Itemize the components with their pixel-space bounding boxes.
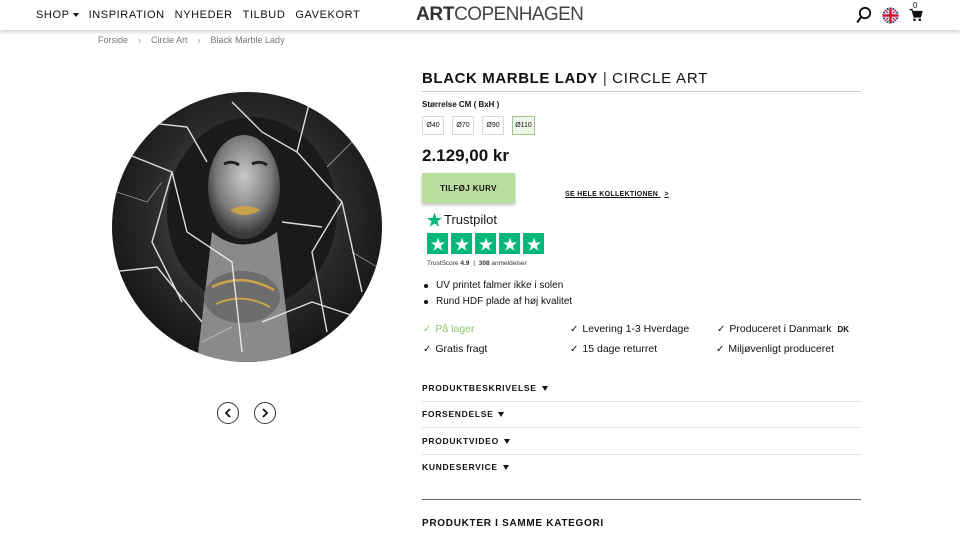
prev-image-button[interactable] — [217, 402, 239, 424]
list-item: Rund HDF plade af høj kvalitet — [422, 296, 572, 307]
star-icon — [427, 233, 448, 254]
product-name: BLACK MARBLE LADY — [422, 70, 599, 87]
trustpilot-logo[interactable]: Trustpilot — [427, 212, 497, 227]
nav-tilbud[interactable]: TILBUD — [243, 9, 286, 21]
size-label: Størrelse CM ( BxH ) — [422, 100, 500, 109]
feature-shipping-label: Gratis fragt — [435, 343, 488, 355]
check-icon: ✓ — [423, 323, 432, 335]
accordion-label: PRODUKTVIDEO — [422, 436, 499, 446]
feature-shipping: ✓ Gratis fragt — [423, 343, 487, 355]
check-icon: ✓ — [423, 343, 432, 355]
nav-nyheder[interactable]: NYHEDER — [175, 9, 233, 21]
check-icon: ✓ — [570, 343, 579, 355]
nav-shop[interactable]: SHOP — [36, 9, 79, 21]
feature-returns-label: 15 dage returret — [582, 343, 658, 355]
see-collection-label: SE HELE KOLLEKTIONEN — [565, 191, 659, 198]
accordion-product-description[interactable]: PRODUKTBESKRIVELSE — [422, 383, 861, 393]
feature-in-stock: ✓ På lager — [423, 323, 475, 335]
accordion-shipping[interactable]: FORSENDELSE — [422, 409, 861, 419]
trustscore-text[interactable]: TrustScore 4.9 | 308 anmeldelser — [427, 260, 527, 267]
title-separator: | — [602, 70, 608, 87]
trustscore-label: TrustScore — [427, 260, 459, 267]
accordion-customer-service[interactable]: KUNDESERVICE — [422, 462, 861, 472]
accordion-label: PRODUKTBESKRIVELSE — [422, 383, 537, 393]
feature-eco: ✓ Miljøvenligt produceret — [716, 343, 834, 355]
review-label: anmeldelser — [491, 260, 527, 267]
title-divider — [422, 91, 861, 92]
breadcrumb-category[interactable]: Circle Art — [151, 35, 188, 45]
size-option-90[interactable]: Ø90 — [482, 116, 504, 135]
chevron-down-icon — [72, 13, 79, 18]
next-image-button[interactable] — [254, 402, 276, 424]
trustpilot-star-icon — [427, 212, 442, 227]
feature-delivery-label: Levering 1-3 Hverdage — [582, 323, 690, 335]
site-logo[interactable]: ARTCOPENHAGEN — [416, 4, 584, 26]
feature-returns: ✓ 15 dage returret — [570, 343, 657, 355]
add-to-cart-button[interactable]: TILFØJ KURV — [422, 173, 515, 203]
caret-down-icon — [503, 438, 510, 444]
star-icon — [451, 233, 472, 254]
divider — [422, 401, 861, 402]
check-icon: ✓ — [717, 323, 726, 335]
logo-light: COPENHAGEN — [454, 4, 584, 25]
review-count: 308 — [478, 260, 490, 267]
caret-down-icon — [502, 464, 509, 470]
breadcrumb-home[interactable]: Forside — [98, 35, 128, 45]
breadcrumb-current: Black Marble Lady — [210, 35, 285, 45]
search-icon[interactable] — [856, 6, 872, 24]
trustpilot-brand: Trustpilot — [444, 212, 497, 227]
divider — [422, 427, 861, 428]
star-icon — [523, 233, 544, 254]
size-option-40[interactable]: Ø40 — [422, 116, 444, 135]
trustpilot-rating — [427, 233, 544, 254]
trustscore-divider: | — [473, 260, 475, 267]
product-category: CIRCLE ART — [612, 70, 709, 87]
cart-count: 0 — [913, 1, 918, 10]
star-icon — [475, 233, 496, 254]
product-price: 2.129,00 kr — [422, 146, 509, 165]
nav-inspiration[interactable]: INSPIRATION — [89, 9, 165, 21]
feature-delivery: ✓ Levering 1-3 Hverdage — [570, 323, 689, 335]
size-option-70[interactable]: Ø70 — [452, 116, 474, 135]
uk-flag-icon[interactable] — [882, 7, 899, 24]
product-highlights: UV printet falmer ikke i solen Rund HDF … — [422, 280, 572, 312]
chevron-right-icon — [262, 408, 269, 418]
size-option-110[interactable]: Ø110 — [512, 116, 535, 135]
chevron-left-icon — [224, 408, 231, 418]
feature-produced: ✓ Produceret i Danmark DK — [717, 323, 849, 335]
trustscore-value: 4.9 — [460, 260, 470, 267]
breadcrumb-separator-icon: › — [138, 35, 142, 45]
main-nav: SHOP INSPIRATION NYHEDER TILBUD GAVEKORT — [36, 9, 360, 21]
product-title: BLACK MARBLE LADY | CIRCLE ART — [422, 70, 708, 87]
check-icon: ✓ — [570, 323, 579, 335]
logo-bold: ART — [416, 4, 455, 25]
size-options: Ø40 Ø70 Ø90 Ø110 — [422, 116, 535, 135]
caret-down-icon — [498, 411, 505, 417]
accordion-product-video[interactable]: PRODUKTVIDEO — [422, 436, 861, 446]
nav-gavekort[interactable]: GAVEKORT — [295, 9, 360, 21]
site-header: SHOP INSPIRATION NYHEDER TILBUD GAVEKORT… — [0, 0, 960, 30]
accordion-label: FORSENDELSE — [422, 409, 494, 419]
nav-shop-label: SHOP — [36, 9, 70, 21]
breadcrumb-separator-icon: › — [197, 35, 201, 45]
feature-produced-label: Produceret i Danmark — [729, 323, 832, 335]
see-collection-link[interactable]: SE HELE KOLLEKTIONEN > — [565, 191, 669, 198]
chevron-right-icon: > — [664, 191, 669, 198]
caret-down-icon — [541, 385, 548, 391]
divider — [422, 454, 861, 455]
list-item: UV printet falmer ikke i solen — [422, 280, 572, 291]
product-image[interactable] — [112, 92, 382, 362]
check-icon: ✓ — [716, 343, 725, 355]
feature-in-stock-label: På lager — [435, 323, 475, 335]
breadcrumb: Forside › Circle Art › Black Marble Lady — [98, 35, 285, 45]
cart-icon[interactable] — [909, 8, 923, 22]
section-divider — [422, 499, 861, 500]
star-icon — [499, 233, 520, 254]
feature-eco-label: Miljøvenligt produceret — [728, 343, 835, 355]
accordion-label: KUNDESERVICE — [422, 462, 498, 472]
feature-produced-suffix: DK — [837, 324, 850, 334]
related-products-heading: PRODUKTER I SAMME KATEGORI — [422, 518, 604, 529]
